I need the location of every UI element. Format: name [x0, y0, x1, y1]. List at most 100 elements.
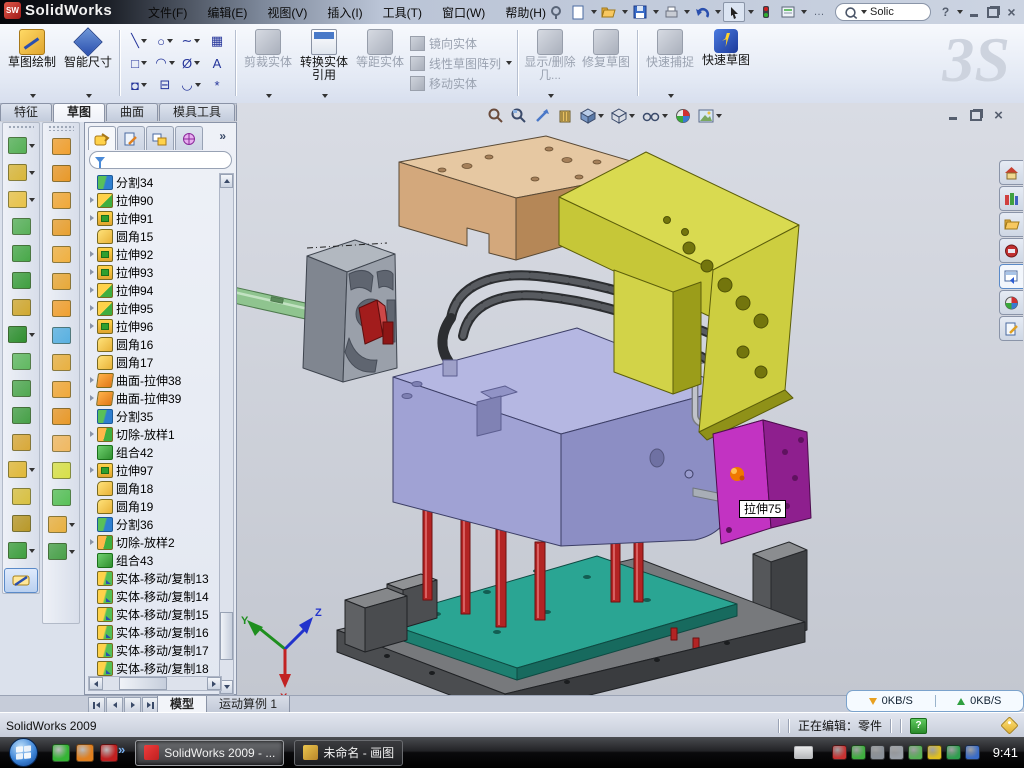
dropdown-icon[interactable]: [548, 94, 554, 98]
surface-toolbar-icon-8[interactable]: [45, 322, 77, 349]
menu-item-3[interactable]: 插入(I): [317, 0, 372, 25]
hide-show-items-icon[interactable]: [640, 106, 670, 126]
tree-tabs-overflow-icon[interactable]: »: [219, 129, 226, 143]
dropdown-icon[interactable]: [195, 83, 201, 87]
dropdown-icon[interactable]: [29, 171, 35, 175]
menu-item-1[interactable]: 编辑(E): [197, 0, 257, 25]
restore-button[interactable]: [984, 5, 1001, 20]
wrap-icon[interactable]: [5, 483, 37, 510]
tree-item[interactable]: 拉伸90: [87, 191, 223, 209]
surface-toolbar-icon-13[interactable]: [45, 457, 77, 484]
menu-item-0[interactable]: 文件(F): [138, 0, 197, 25]
dropdown-icon[interactable]: [194, 61, 200, 65]
expand-icon[interactable]: [87, 215, 97, 221]
model-tab[interactable]: 模型: [157, 696, 207, 713]
lofted-boss-icon[interactable]: [5, 240, 37, 267]
scroll-right-button[interactable]: [207, 677, 221, 690]
scroll-left-button[interactable]: [89, 677, 103, 690]
view-palette-icon[interactable]: [999, 264, 1023, 289]
wireless-warning-icon[interactable]: [927, 745, 942, 760]
new-document-icon[interactable]: [568, 3, 588, 21]
graphics-viewport[interactable]: Y Z X: [237, 103, 1024, 695]
dropdown-icon[interactable]: [141, 39, 147, 43]
menu-item-4[interactable]: 工具(T): [373, 0, 432, 25]
dropdown-icon[interactable]: [322, 94, 328, 98]
tree-item[interactable]: 拉伸96: [87, 317, 223, 335]
volume-icon[interactable]: [889, 745, 904, 760]
tree-item[interactable]: 拉伸92: [87, 245, 223, 263]
expand-icon[interactable]: [87, 431, 97, 437]
expand-icon[interactable]: [87, 269, 97, 275]
dropdown-icon[interactable]: [194, 39, 200, 43]
help-icon[interactable]: ?: [937, 5, 954, 20]
taskbar-task-0[interactable]: SolidWorks 2009 - ...: [135, 740, 284, 766]
print-dropdown-icon[interactable]: [684, 10, 690, 14]
tree-item[interactable]: 组合42: [87, 443, 223, 461]
doc-minimize-button[interactable]: [944, 108, 961, 123]
home-icon[interactable]: [999, 160, 1023, 185]
part-clamp-block[interactable]: [303, 240, 397, 382]
apply-scene-icon[interactable]: [696, 106, 724, 126]
tree-item[interactable]: 圆角18: [87, 479, 223, 497]
sketch-button[interactable]: 草图绘制: [4, 26, 60, 100]
line-icon[interactable]: ╲: [126, 30, 152, 52]
taskbar-task-1[interactable]: 未命名 - 画图: [294, 740, 403, 766]
doc-restore-button[interactable]: [967, 108, 984, 123]
surface-toolbar-icon-7[interactable]: [45, 295, 77, 322]
toolbar-overflow-icon[interactable]: …: [809, 3, 829, 21]
move-copy-body-icon[interactable]: [5, 429, 37, 456]
extruded-boss-icon[interactable]: [5, 132, 37, 159]
close-button[interactable]: ×: [1003, 5, 1020, 20]
tree-item[interactable]: 圆角15: [87, 227, 223, 245]
open-icon[interactable]: [599, 3, 619, 21]
media-player-icon[interactable]: [76, 744, 94, 762]
dropdown-icon[interactable]: [29, 198, 35, 202]
minimize-button[interactable]: [965, 5, 982, 20]
security-alert-icon[interactable]: [832, 745, 847, 760]
selection-box-icon[interactable]: ▦: [204, 30, 230, 52]
convert-entities-button[interactable]: 转换实体引用: [296, 26, 352, 100]
tree-item[interactable]: 实体-移动/复制17: [87, 641, 223, 659]
dropdown-icon[interactable]: [629, 114, 635, 118]
dropdown-icon[interactable]: [141, 61, 147, 65]
swept-boss-icon[interactable]: [5, 213, 37, 240]
tree-item[interactable]: 实体-移动/复制15: [87, 605, 223, 623]
scroll-thumb[interactable]: [220, 612, 233, 660]
display-style-icon[interactable]: [578, 106, 606, 126]
messenger-icon[interactable]: [52, 744, 70, 762]
tree-item[interactable]: 曲面-拉伸39: [87, 389, 223, 407]
tree-filter-input[interactable]: [105, 152, 219, 168]
ribbon-tab-1[interactable]: 草图: [53, 103, 105, 122]
expand-icon[interactable]: [87, 377, 97, 383]
tree-item[interactable]: 实体-移动/复制14: [87, 587, 223, 605]
surface-toolbar-icon-15[interactable]: [45, 511, 77, 538]
tree-item[interactable]: 分割36: [87, 515, 223, 533]
select-dropdown-icon[interactable]: [748, 10, 754, 14]
surface-toolbar-icon-3[interactable]: [45, 187, 77, 214]
smart-dimension-button[interactable]: 智能尺寸: [60, 26, 116, 100]
menu-item-2[interactable]: 视图(V): [257, 0, 317, 25]
tree-item[interactable]: 切除-放样2: [87, 533, 223, 551]
text-icon[interactable]: A: [204, 52, 230, 74]
dropdown-icon[interactable]: [716, 114, 722, 118]
search-box[interactable]: Solic: [835, 3, 931, 21]
shell-icon[interactable]: [5, 402, 37, 429]
circle-icon[interactable]: ○: [152, 30, 178, 52]
curve-icon[interactable]: [5, 510, 37, 537]
dropdown-icon[interactable]: [29, 468, 35, 472]
first-tab-button[interactable]: [88, 697, 105, 713]
network-icon[interactable]: [908, 745, 923, 760]
tree-item[interactable]: 圆角16: [87, 335, 223, 353]
dropdown-icon[interactable]: [668, 94, 674, 98]
dropdown-icon[interactable]: [69, 523, 75, 527]
tree-item[interactable]: 拉伸91: [87, 209, 223, 227]
tree-item[interactable]: 圆角17: [87, 353, 223, 371]
configurationmanager-tab[interactable]: [146, 126, 174, 150]
featuremanager-tab[interactable]: [88, 126, 116, 150]
ribbon-tab-0[interactable]: 特征: [0, 103, 52, 121]
dropdown-icon[interactable]: [266, 94, 272, 98]
tree-horizontal-scrollbar[interactable]: [88, 676, 222, 691]
start-button[interactable]: [6, 738, 40, 768]
scroll-thumb[interactable]: [119, 677, 167, 690]
part-side-insert[interactable]: [713, 420, 811, 544]
